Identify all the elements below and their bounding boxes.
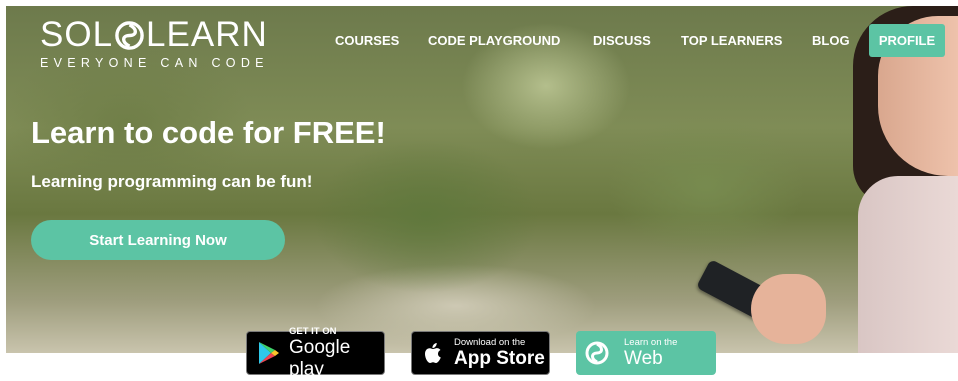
start-learning-button[interactable]: Start Learning Now — [31, 220, 285, 260]
sololearn-icon — [585, 341, 609, 365]
logo-text-sol: SOL — [40, 15, 114, 54]
google-play-badge[interactable]: GET IT ON Google play — [246, 326, 385, 380]
hero-headline: Learn to code for FREE! — [31, 115, 386, 150]
web-small-text: Learn on the — [624, 336, 678, 348]
web-big-text: Web — [624, 347, 663, 369]
hero-subheadline: Learning programming can be fun! — [31, 172, 313, 191]
app-store-badge[interactable]: Download on the App Store — [411, 331, 550, 375]
google-play-big-text: Google play — [289, 336, 351, 380]
sololearn-logo[interactable]: SOL LEARN EVERYONE CAN CODE — [40, 15, 269, 71]
profile-button[interactable]: PROFILE — [869, 24, 945, 57]
google-play-icon — [259, 342, 279, 364]
sololearn-swirl-icon — [115, 20, 144, 50]
web-badge[interactable]: Learn on the Web — [576, 331, 716, 375]
google-play-small-text: GET IT ON — [289, 325, 337, 337]
nav-discuss[interactable]: DISCUSS — [593, 33, 651, 48]
apple-icon — [425, 343, 441, 363]
hero-person-image — [833, 6, 958, 353]
app-store-big-text: App Store — [454, 347, 545, 369]
nav-courses[interactable]: COURSES — [335, 33, 399, 48]
nav-top-learners[interactable]: TOP LEARNERS — [681, 33, 782, 48]
hand-image — [751, 274, 826, 344]
app-store-small-text: Download on the — [454, 336, 526, 348]
nav-code-playground[interactable]: CODE PLAYGROUND — [428, 33, 560, 48]
logo-tagline: EVERYONE CAN CODE — [40, 56, 269, 70]
nav-blog[interactable]: BLOG — [812, 33, 850, 48]
logo-text-learn: LEARN — [146, 15, 268, 54]
